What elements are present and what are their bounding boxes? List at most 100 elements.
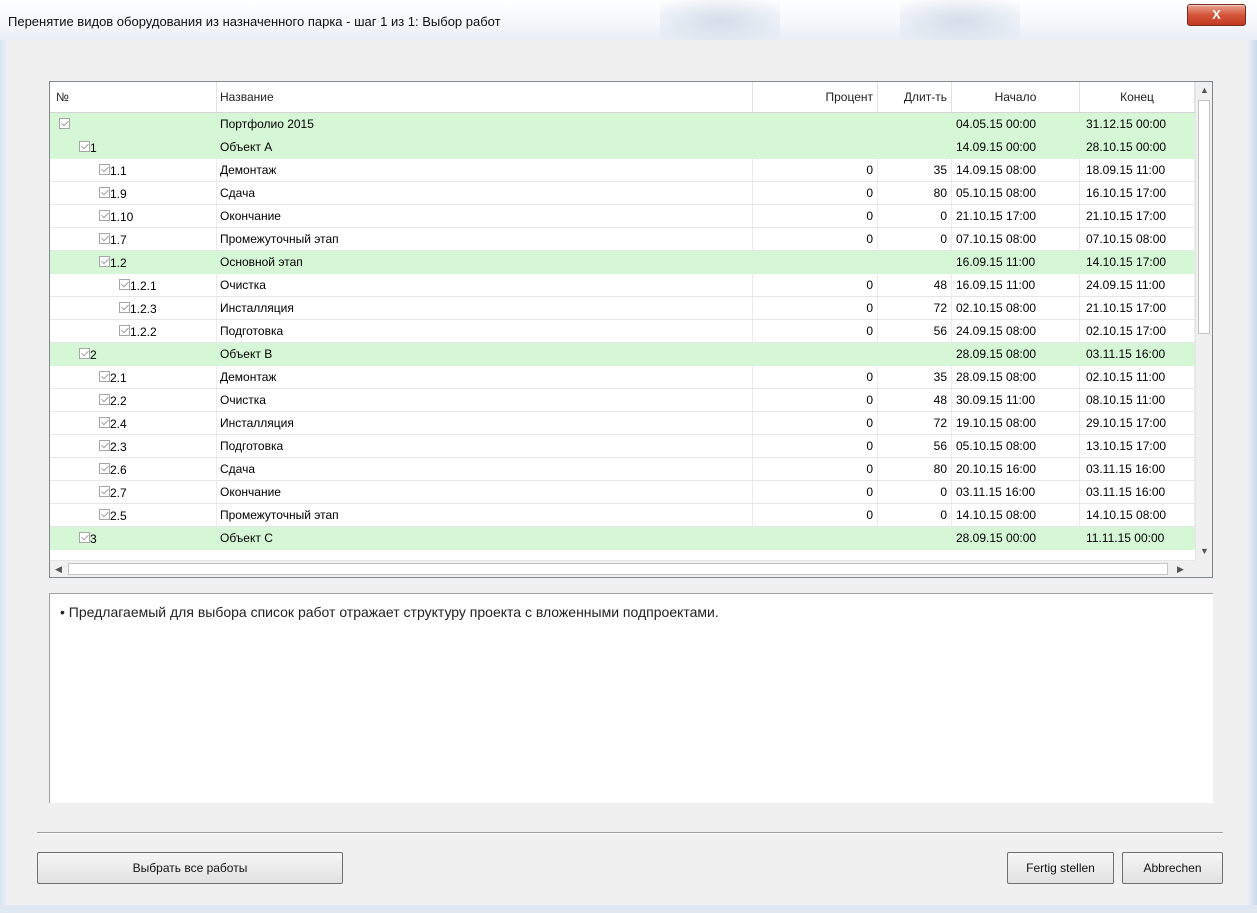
row-checkbox[interactable] — [99, 394, 110, 406]
row-percent: 0 — [753, 297, 878, 319]
row-duration — [878, 343, 952, 365]
grid-rows: Портфолио 2015 04.05.15 00:00 31.12.15 00:… — [50, 113, 1195, 560]
row-percent: 0 — [753, 504, 878, 526]
row-checkbox[interactable] — [119, 325, 130, 337]
horizontal-scrollbar[interactable]: ◀ ▶ — [50, 560, 1195, 577]
row-end: 11.11.15 00:00 — [1086, 531, 1165, 545]
row-number-cell: 1.2.1 — [50, 274, 217, 296]
row-checkbox[interactable] — [99, 509, 110, 521]
table-row[interactable]: 2.7 Окончание 0 0 03.11.15 16:00 03.11.15 16:… — [50, 481, 1195, 504]
row-end: 02.10.15 11:00 — [1080, 366, 1195, 388]
column-header-name[interactable]: Название — [217, 82, 753, 112]
row-checkbox[interactable] — [119, 279, 130, 291]
row-name: Очистка — [217, 274, 753, 296]
row-start: 04.05.15 00:00 — [956, 117, 1037, 131]
titlebar-glass — [900, 0, 1020, 40]
row-name: Объект А — [220, 140, 273, 154]
info-text: • Предлагаемый для выбора список работ о… — [60, 604, 719, 620]
column-header-percent[interactable]: Процент — [753, 82, 878, 112]
row-checkbox[interactable] — [99, 486, 110, 498]
row-name: Объект С — [220, 531, 273, 545]
row-name: Подготовка — [217, 320, 753, 342]
table-row[interactable]: 2.1 Демонтаж 0 35 28.09.15 08:00 02.10.15 11:… — [50, 366, 1195, 389]
row-checkbox[interactable] — [99, 210, 110, 222]
vertical-scroll-thumb[interactable] — [1198, 100, 1210, 334]
scroll-up-icon[interactable]: ▲ — [1196, 82, 1212, 99]
table-row[interactable]: 1.2.1 Очистка 0 48 16.09.15 11:00 24.09.15 11… — [50, 274, 1195, 297]
row-percent: 0 — [753, 159, 878, 181]
group-row[interactable]: 1 Объект А 14.09.15 00:00 28.10.15 00:00 — [50, 136, 1195, 159]
row-percent: 0 — [753, 412, 878, 434]
column-header-duration[interactable]: Длит-ть — [878, 82, 952, 112]
row-end: 13.10.15 17:00 — [1080, 435, 1195, 457]
row-number: 1.7 — [110, 232, 127, 247]
row-number: 3 — [90, 531, 97, 546]
group-row[interactable]: 3 Объект С 28.09.15 00:00 11.11.15 00:00 — [50, 527, 1195, 550]
row-checkbox[interactable] — [59, 118, 70, 130]
column-header-end[interactable]: Конец — [1080, 82, 1195, 112]
row-number: 2.2 — [110, 393, 127, 408]
close-button[interactable]: X — [1187, 4, 1246, 26]
table-row[interactable]: 2.4 Инсталляция 0 72 19.10.15 08:00 29.10.15 … — [50, 412, 1195, 435]
row-checkbox[interactable] — [99, 440, 110, 452]
table-row[interactable]: 1.7 Промежуточный этап 0 0 07.10.15 08:00 07.… — [50, 228, 1195, 251]
row-end: 03.11.15 16:00 — [1080, 481, 1195, 503]
finish-button[interactable]: Fertig stellen — [1007, 852, 1114, 884]
row-number-cell: 3 — [50, 527, 217, 549]
row-end: 24.09.15 11:00 — [1080, 274, 1195, 296]
column-header-start[interactable]: Начало — [952, 82, 1080, 112]
column-header-no[interactable]: № — [50, 82, 217, 112]
work-tree-grid[interactable]: № Название Процент Длит-ть Начало Конец … — [49, 81, 1213, 578]
row-percent: 0 — [753, 274, 878, 296]
row-checkbox[interactable] — [119, 302, 130, 314]
row-duration: 48 — [878, 274, 952, 296]
row-start: 21.10.15 17:00 — [952, 205, 1080, 227]
row-duration: 0 — [878, 504, 952, 526]
row-checkbox[interactable] — [79, 532, 90, 544]
cancel-button[interactable]: Abbrechen — [1122, 852, 1223, 884]
row-number: 2.5 — [110, 508, 127, 523]
row-end: 07.10.15 08:00 — [1080, 228, 1195, 250]
scroll-left-icon[interactable]: ◀ — [50, 561, 67, 577]
row-checkbox[interactable] — [99, 463, 110, 475]
row-percent: 0 — [753, 228, 878, 250]
row-end: 18.09.15 11:00 — [1080, 159, 1195, 181]
horizontal-scroll-thumb[interactable] — [68, 563, 1168, 575]
table-row[interactable]: 1.2.2 Подготовка 0 56 24.09.15 08:00 02.10.15… — [50, 320, 1195, 343]
row-percent: 0 — [753, 205, 878, 227]
vertical-scrollbar[interactable]: ▲ ▼ — [1195, 82, 1212, 560]
row-checkbox[interactable] — [99, 371, 110, 383]
scroll-right-icon[interactable]: ▶ — [1172, 561, 1189, 577]
row-number: 2.1 — [110, 370, 127, 385]
group-row[interactable]: Портфолио 2015 04.05.15 00:00 31.12.15 00:… — [50, 113, 1195, 136]
row-checkbox[interactable] — [99, 187, 110, 199]
table-row[interactable]: 1.1 Демонтаж 0 35 14.09.15 08:00 18.09.15 11:… — [50, 159, 1195, 182]
scroll-down-icon[interactable]: ▼ — [1196, 543, 1212, 560]
row-checkbox[interactable] — [99, 417, 110, 429]
row-checkbox[interactable] — [99, 164, 110, 176]
table-row[interactable]: 2.3 Подготовка 0 56 05.10.15 08:00 13.10.15 1… — [50, 435, 1195, 458]
row-duration: 56 — [878, 435, 952, 457]
table-row[interactable]: 2.6 Сдача 0 80 20.10.15 16:00 03.11.15 16:00 — [50, 458, 1195, 481]
row-number: 1.2.1 — [130, 278, 157, 293]
row-name: Сдача — [217, 182, 753, 204]
window-frame-left — [0, 40, 8, 913]
row-checkbox[interactable] — [99, 233, 110, 245]
table-row[interactable]: 1.2.3 Инсталляция 0 72 02.10.15 08:00 21.10.1… — [50, 297, 1195, 320]
row-percent: 0 — [753, 458, 878, 480]
row-percent: 0 — [753, 182, 878, 204]
row-name: Подготовка — [217, 435, 753, 457]
row-checkbox[interactable] — [99, 256, 110, 268]
group-row[interactable]: 2 Объект В 28.09.15 08:00 03.11.15 16:00 — [50, 343, 1195, 366]
select-all-works-button[interactable]: Выбрать все работы — [37, 852, 343, 884]
table-row[interactable]: 2.5 Промежуточный этап 0 0 14.10.15 08:00 14.… — [50, 504, 1195, 527]
row-start: 05.10.15 08:00 — [952, 182, 1080, 204]
row-name: Окончание — [217, 481, 753, 503]
table-row[interactable]: 2.2 Очистка 0 48 30.09.15 11:00 08.10.15 11:0… — [50, 389, 1195, 412]
table-row[interactable]: 1.10 Окончание 0 0 21.10.15 17:00 21.10.15 17… — [50, 205, 1195, 228]
row-checkbox[interactable] — [79, 141, 90, 153]
row-checkbox[interactable] — [79, 348, 90, 360]
table-row[interactable]: 1.9 Сдача 0 80 05.10.15 08:00 16.10.15 17:00 — [50, 182, 1195, 205]
group-row[interactable]: 1.2 Основной этап 16.09.15 11:00 14.10.15 1… — [50, 251, 1195, 274]
title-bar[interactable]: Перенятие видов оборудования из назначен… — [0, 0, 1257, 40]
